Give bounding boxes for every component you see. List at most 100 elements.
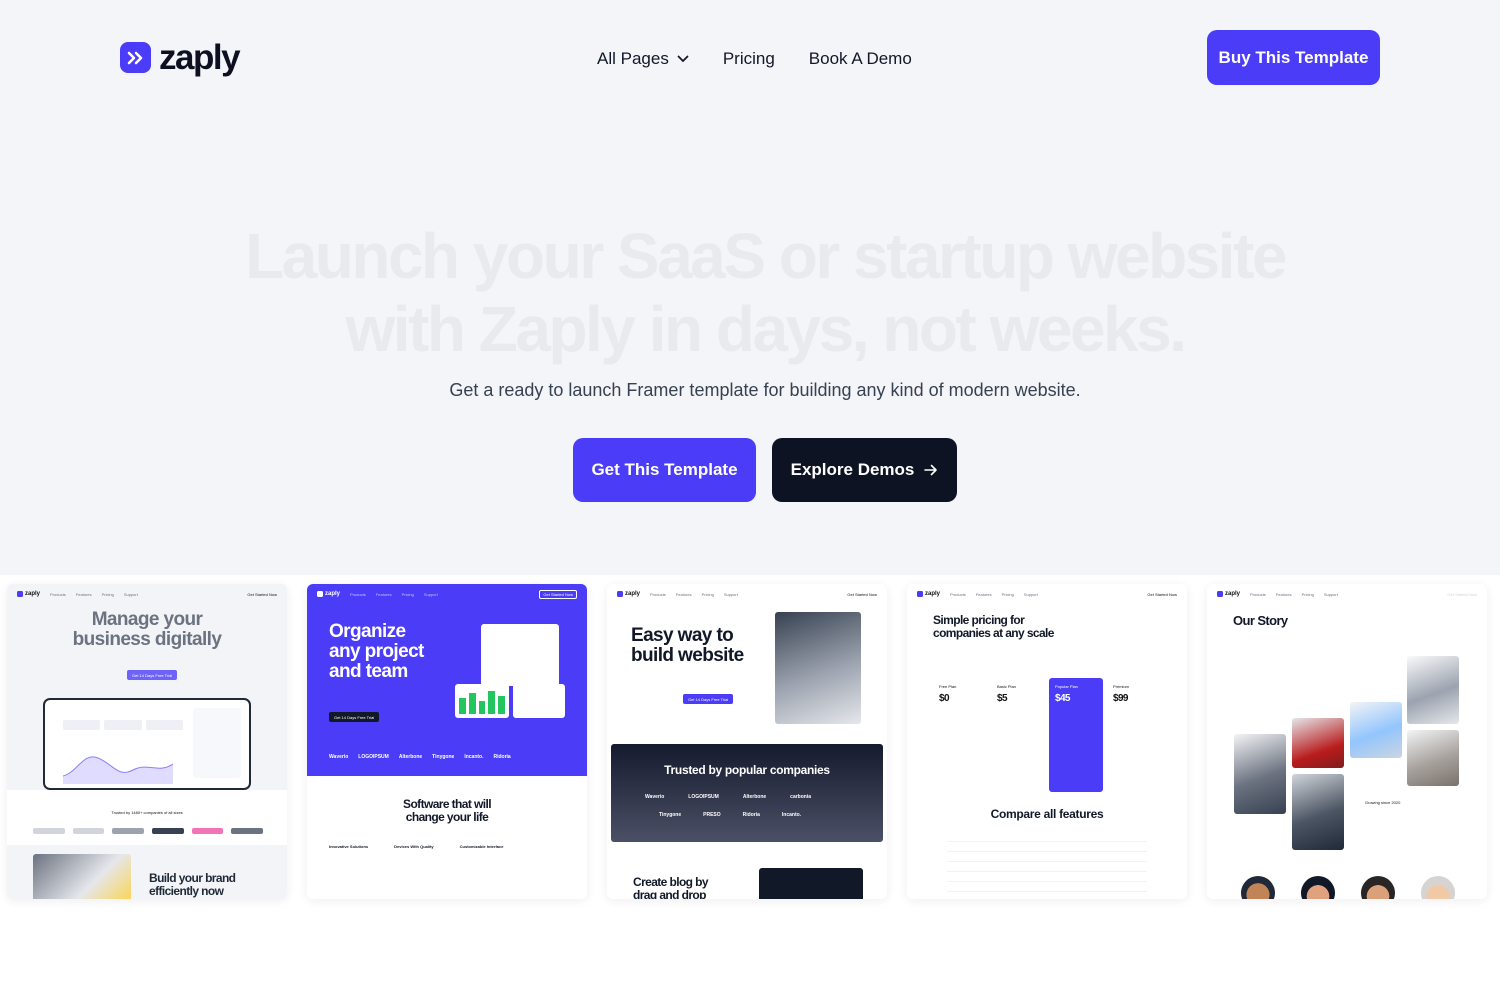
mini-nav-item: Pricing bbox=[1001, 591, 1014, 597]
mini-nav-item: Support bbox=[1023, 591, 1038, 597]
logo-item: Incanto. bbox=[781, 812, 802, 818]
nav-pricing[interactable]: Pricing bbox=[723, 48, 775, 70]
mini-nav: zaply Products Features Pricing Support Get… bbox=[7, 584, 287, 604]
software-heading: Software that will change your life bbox=[307, 798, 587, 823]
logo-item: Tinygone bbox=[432, 754, 455, 760]
buy-template-button[interactable]: Buy This Template bbox=[1207, 30, 1380, 85]
team-photo bbox=[1407, 656, 1459, 724]
mini-logo-text: zaply bbox=[25, 591, 41, 597]
hero-subtitle: Get a ready to launch Framer template fo… bbox=[449, 380, 1081, 400]
logo-item: Waverio bbox=[329, 754, 349, 760]
team-photo bbox=[1234, 734, 1286, 814]
nav-book-demo[interactable]: Book A Demo bbox=[809, 48, 912, 70]
avatar bbox=[1421, 876, 1455, 899]
mini-nav-item: Products bbox=[50, 591, 66, 597]
mini-start-link: Get Started Now bbox=[1447, 591, 1477, 597]
logo-item: Ridoria bbox=[493, 754, 511, 760]
mini-logo: zaply bbox=[617, 591, 640, 597]
card-title-line2: build website bbox=[631, 644, 744, 666]
software-line2: change your life bbox=[405, 809, 489, 824]
mini-nav-item: Features bbox=[975, 591, 992, 597]
mini-logo-text: zaply bbox=[925, 591, 941, 597]
plan-premium: Premium $99 bbox=[1109, 680, 1161, 790]
bars-card-mock bbox=[455, 684, 509, 718]
mini-nav-item: Support bbox=[423, 591, 438, 597]
blog-line2: drag and drop bbox=[633, 887, 706, 899]
mini-nav-item: Support bbox=[123, 591, 138, 597]
plan-name: Popular Plan bbox=[1055, 684, 1078, 689]
preview-card-home-3[interactable]: zaply Products Features Pricing Support Get… bbox=[607, 584, 887, 899]
dashboard-mock bbox=[43, 698, 251, 790]
explore-demos-label: Explore Demos bbox=[790, 460, 915, 479]
plan-price: $45 bbox=[1055, 693, 1070, 704]
plan-price: $5 bbox=[997, 693, 1008, 704]
preview-card-about[interactable]: zaply Products Features Pricing Support Get… bbox=[1207, 584, 1487, 899]
plan-free: Free Plan $0 bbox=[935, 680, 987, 790]
mini-start-link: Get Started Now bbox=[247, 591, 277, 597]
plan-price: $99 bbox=[1113, 693, 1128, 704]
people-card-mock bbox=[513, 684, 565, 718]
plan-basic: Basic Plan $5 bbox=[993, 680, 1045, 790]
explore-demos-button[interactable]: Explore Demos bbox=[772, 438, 957, 502]
build-line2: efficiently now bbox=[149, 883, 224, 898]
team-photo bbox=[1350, 702, 1402, 758]
logo-strip bbox=[33, 828, 264, 834]
mini-nav-item: Pricing bbox=[401, 591, 414, 597]
mini-nav-item: Pricing bbox=[701, 591, 714, 597]
card-title: Simple pricing for companies at any scale bbox=[933, 614, 1054, 639]
card-title: Manage your business digitally bbox=[7, 610, 287, 650]
mini-logo-text: zaply bbox=[1225, 591, 1241, 597]
nav-all-pages[interactable]: All Pages bbox=[597, 48, 689, 70]
logo-mark-icon bbox=[1217, 591, 1223, 597]
card-title-line2: any project bbox=[329, 640, 424, 662]
preview-card-home-2[interactable]: zaply Products Features Pricing Support Get… bbox=[307, 584, 587, 899]
mini-logo-text: zaply bbox=[625, 591, 641, 597]
mini-logo-text: zaply bbox=[325, 591, 341, 597]
mini-logo: zaply bbox=[1217, 591, 1240, 597]
card-title-line2: companies at any scale bbox=[933, 625, 1054, 640]
team-photo bbox=[1292, 718, 1344, 768]
main-nav: All Pages Pricing Book A Demo bbox=[597, 48, 912, 70]
mini-nav-item: Pricing bbox=[101, 591, 114, 597]
team-photo bbox=[1292, 774, 1344, 850]
card-title: Easy way to build website bbox=[631, 626, 744, 666]
brand-logo[interactable]: zaply bbox=[120, 38, 241, 77]
logo-mark-icon bbox=[317, 591, 323, 597]
mini-start-link: Get Started Now bbox=[1147, 591, 1177, 597]
growing-label: Growing since 2020 bbox=[1365, 800, 1401, 805]
avatar bbox=[1241, 876, 1275, 899]
trusted-panel: Trusted by popular companies Waverio LOGO… bbox=[611, 744, 883, 842]
chart-area-icon bbox=[63, 756, 173, 784]
preview-card-home-1[interactable]: zaply Products Features Pricing Support Get… bbox=[7, 584, 287, 899]
hero-headline-line2: with Zaply in days, not weeks. bbox=[345, 293, 1188, 365]
logo-item: Ridoria bbox=[742, 812, 760, 818]
logo-item: LOGOIPSUM bbox=[358, 754, 389, 760]
trusted-strip: Trusted by 1480+ companies of all sizes bbox=[7, 790, 287, 845]
blog-heading: Create blog by drag and drop bbox=[633, 876, 709, 899]
mini-cta: Get 14 Days Free Trial bbox=[329, 712, 380, 722]
task-card-mock bbox=[481, 624, 559, 686]
logo-mark-icon bbox=[17, 591, 23, 597]
mini-nav-item: Features bbox=[675, 591, 692, 597]
hero-headline: Launch your SaaS or startup website with… bbox=[150, 220, 1380, 366]
mini-nav-item: Features bbox=[375, 591, 392, 597]
card-title-line1: Easy way to bbox=[631, 625, 734, 646]
preview-card-pricing[interactable]: zaply Products Features Pricing Support Get… bbox=[907, 584, 1187, 899]
brand-name: zaply bbox=[159, 38, 241, 77]
logo-item: carbonia bbox=[790, 794, 812, 800]
logo-item: LOGOIPSUM bbox=[688, 794, 719, 800]
logo-row-1: Waverio LOGOIPSUM Alterbone carbonia bbox=[645, 794, 811, 800]
logo-item: Incanto. bbox=[464, 754, 484, 760]
build-heading: Build your brand efficiently now bbox=[149, 872, 236, 898]
template-previews: zaply Products Features Pricing Support Get… bbox=[0, 575, 1500, 905]
get-template-button[interactable]: Get This Template bbox=[573, 438, 756, 502]
plan-popular: Popular Plan $45 bbox=[1049, 678, 1103, 792]
card-title: Organize any project and team bbox=[329, 622, 424, 682]
mini-nav-item: Support bbox=[723, 591, 738, 597]
mini-nav-item: Products bbox=[350, 591, 366, 597]
mini-cta: Get 14 Days Free Trial bbox=[683, 694, 734, 704]
card-title-line1: Manage your bbox=[91, 609, 203, 630]
logo-item: Alterbone bbox=[742, 794, 767, 800]
nav-pricing-label: Pricing bbox=[722, 49, 775, 68]
logo-mark-icon bbox=[617, 591, 623, 597]
